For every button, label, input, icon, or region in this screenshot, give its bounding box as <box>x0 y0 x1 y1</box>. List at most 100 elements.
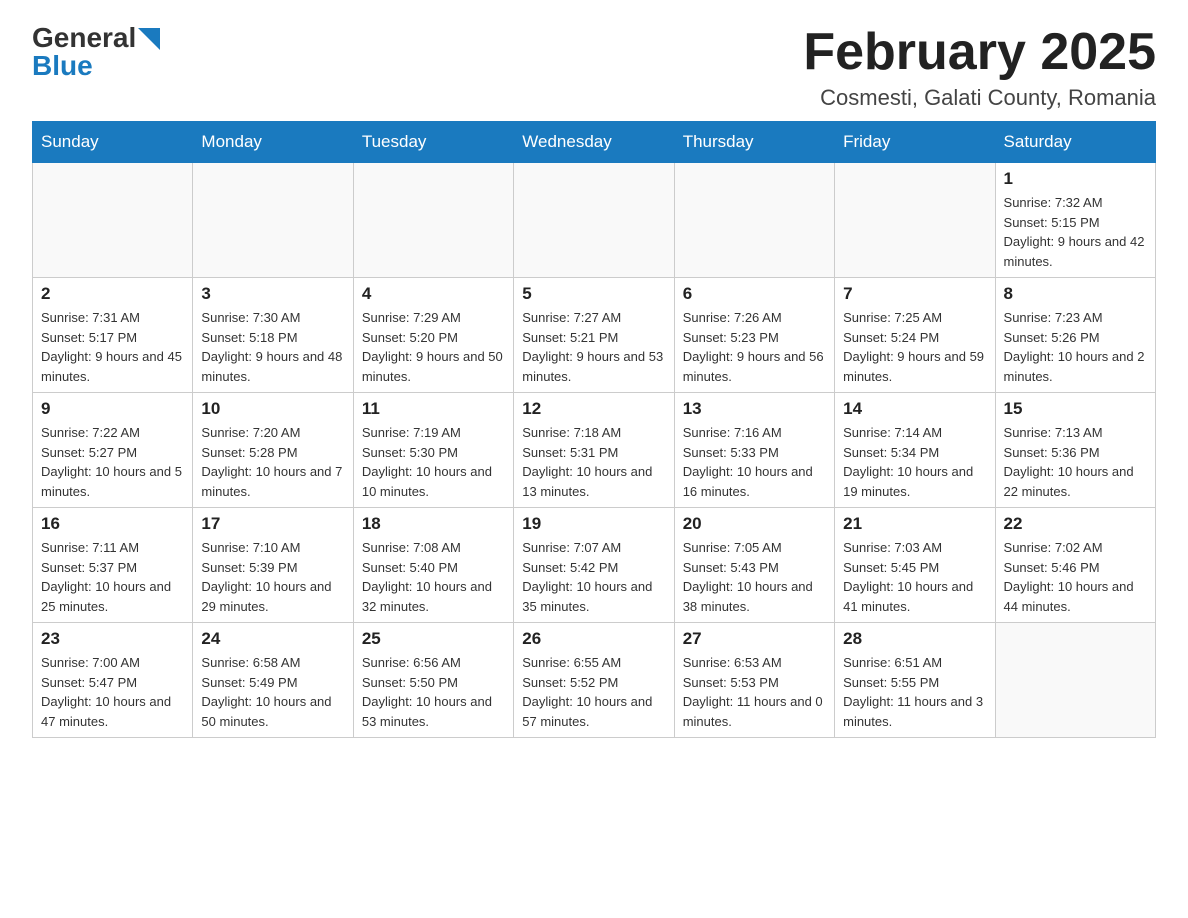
table-row: 28 Sunrise: 6:51 AMSunset: 5:55 PMDayligh… <box>835 623 995 738</box>
location-title: Cosmesti, Galati County, Romania <box>803 85 1156 111</box>
day-number: 14 <box>843 399 986 419</box>
col-monday: Monday <box>193 122 353 163</box>
table-row: 22 Sunrise: 7:02 AMSunset: 5:46 PMDayligh… <box>995 508 1155 623</box>
day-info: Sunrise: 7:30 AMSunset: 5:18 PMDaylight:… <box>201 308 344 386</box>
day-number: 25 <box>362 629 505 649</box>
table-row <box>835 163 995 278</box>
table-row: 10Sunrise: 7:20 AMSunset: 5:28 PMDayligh… <box>193 393 353 508</box>
calendar-week-row: 9Sunrise: 7:22 AMSunset: 5:27 PMDaylight… <box>33 393 1156 508</box>
table-row: 27 Sunrise: 6:53 AMSunset: 5:53 PMDayligh… <box>674 623 834 738</box>
day-info: Sunrise: 6:51 AMSunset: 5:55 PMDaylight:… <box>843 653 986 731</box>
day-number: 16 <box>41 514 184 534</box>
table-row <box>33 163 193 278</box>
month-title: February 2025 <box>803 24 1156 81</box>
day-info: Sunrise: 7:05 AMSunset: 5:43 PMDaylight:… <box>683 538 826 616</box>
day-info: Sunrise: 7:14 AMSunset: 5:34 PMDaylight:… <box>843 423 986 501</box>
day-number: 23 <box>41 629 184 649</box>
day-info: Sunrise: 6:55 AMSunset: 5:52 PMDaylight:… <box>522 653 665 731</box>
table-row <box>995 623 1155 738</box>
col-thursday: Thursday <box>674 122 834 163</box>
day-number: 21 <box>843 514 986 534</box>
day-number: 7 <box>843 284 986 304</box>
day-number: 15 <box>1004 399 1147 419</box>
day-number: 13 <box>683 399 826 419</box>
day-number: 19 <box>522 514 665 534</box>
table-row: 21 Sunrise: 7:03 AMSunset: 5:45 PMDayligh… <box>835 508 995 623</box>
calendar-week-row: 1 Sunrise: 7:32 AMSunset: 5:15 PMDaylight… <box>33 163 1156 278</box>
table-row: 6 Sunrise: 7:26 AMSunset: 5:23 PMDaylight… <box>674 278 834 393</box>
day-number: 27 <box>683 629 826 649</box>
table-row: 9Sunrise: 7:22 AMSunset: 5:27 PMDaylight… <box>33 393 193 508</box>
day-info: Sunrise: 7:29 AMSunset: 5:20 PMDaylight:… <box>362 308 505 386</box>
title-block: February 2025 Cosmesti, Galati County, R… <box>803 24 1156 111</box>
logo-blue-text: Blue <box>32 52 93 80</box>
table-row: 2 Sunrise: 7:31 AMSunset: 5:17 PMDaylight… <box>33 278 193 393</box>
calendar-week-row: 23 Sunrise: 7:00 AMSunset: 5:47 PMDayligh… <box>33 623 1156 738</box>
day-info: Sunrise: 7:10 AMSunset: 5:39 PMDaylight:… <box>201 538 344 616</box>
day-number: 3 <box>201 284 344 304</box>
day-number: 22 <box>1004 514 1147 534</box>
day-number: 20 <box>683 514 826 534</box>
col-friday: Friday <box>835 122 995 163</box>
day-info: Sunrise: 6:56 AMSunset: 5:50 PMDaylight:… <box>362 653 505 731</box>
table-row: 15 Sunrise: 7:13 AMSunset: 5:36 PMDayligh… <box>995 393 1155 508</box>
table-row: 18Sunrise: 7:08 AMSunset: 5:40 PMDayligh… <box>353 508 513 623</box>
logo-general-text: General <box>32 24 136 52</box>
table-row: 1 Sunrise: 7:32 AMSunset: 5:15 PMDaylight… <box>995 163 1155 278</box>
logo-arrow-icon <box>138 28 160 50</box>
table-row <box>193 163 353 278</box>
day-info: Sunrise: 7:27 AMSunset: 5:21 PMDaylight:… <box>522 308 665 386</box>
table-row: 12Sunrise: 7:18 AMSunset: 5:31 PMDayligh… <box>514 393 674 508</box>
day-number: 6 <box>683 284 826 304</box>
table-row: 23 Sunrise: 7:00 AMSunset: 5:47 PMDayligh… <box>33 623 193 738</box>
day-number: 28 <box>843 629 986 649</box>
table-row: 11Sunrise: 7:19 AMSunset: 5:30 PMDayligh… <box>353 393 513 508</box>
day-info: Sunrise: 7:31 AMSunset: 5:17 PMDaylight:… <box>41 308 184 386</box>
day-number: 10 <box>201 399 344 419</box>
table-row: 8 Sunrise: 7:23 AMSunset: 5:26 PMDaylight… <box>995 278 1155 393</box>
logo: General Blue <box>32 24 160 80</box>
table-row: 20 Sunrise: 7:05 AMSunset: 5:43 PMDayligh… <box>674 508 834 623</box>
day-number: 12 <box>522 399 665 419</box>
table-row <box>514 163 674 278</box>
day-info: Sunrise: 7:26 AMSunset: 5:23 PMDaylight:… <box>683 308 826 386</box>
calendar-week-row: 16 Sunrise: 7:11 AMSunset: 5:37 PMDayligh… <box>33 508 1156 623</box>
day-info: Sunrise: 7:25 AMSunset: 5:24 PMDaylight:… <box>843 308 986 386</box>
day-info: Sunrise: 6:58 AMSunset: 5:49 PMDaylight:… <box>201 653 344 731</box>
calendar-table: Sunday Monday Tuesday Wednesday Thursday… <box>32 121 1156 738</box>
day-info: Sunrise: 7:02 AMSunset: 5:46 PMDaylight:… <box>1004 538 1147 616</box>
table-row: 5Sunrise: 7:27 AMSunset: 5:21 PMDaylight… <box>514 278 674 393</box>
table-row: 7 Sunrise: 7:25 AMSunset: 5:24 PMDaylight… <box>835 278 995 393</box>
table-row: 4Sunrise: 7:29 AMSunset: 5:20 PMDaylight… <box>353 278 513 393</box>
day-info: Sunrise: 7:32 AMSunset: 5:15 PMDaylight:… <box>1004 193 1147 271</box>
col-wednesday: Wednesday <box>514 122 674 163</box>
day-info: Sunrise: 7:11 AMSunset: 5:37 PMDaylight:… <box>41 538 184 616</box>
day-info: Sunrise: 7:03 AMSunset: 5:45 PMDaylight:… <box>843 538 986 616</box>
day-info: Sunrise: 7:23 AMSunset: 5:26 PMDaylight:… <box>1004 308 1147 386</box>
page-header: General Blue February 2025 Cosmesti, Gal… <box>32 24 1156 111</box>
col-tuesday: Tuesday <box>353 122 513 163</box>
table-row: 19Sunrise: 7:07 AMSunset: 5:42 PMDayligh… <box>514 508 674 623</box>
day-number: 1 <box>1004 169 1147 189</box>
calendar-week-row: 2 Sunrise: 7:31 AMSunset: 5:17 PMDaylight… <box>33 278 1156 393</box>
table-row <box>353 163 513 278</box>
day-info: Sunrise: 7:00 AMSunset: 5:47 PMDaylight:… <box>41 653 184 731</box>
table-row: 25 Sunrise: 6:56 AMSunset: 5:50 PMDayligh… <box>353 623 513 738</box>
table-row: 26 Sunrise: 6:55 AMSunset: 5:52 PMDayligh… <box>514 623 674 738</box>
day-info: Sunrise: 7:22 AMSunset: 5:27 PMDaylight:… <box>41 423 184 501</box>
table-row: 3 Sunrise: 7:30 AMSunset: 5:18 PMDaylight… <box>193 278 353 393</box>
day-info: Sunrise: 7:16 AMSunset: 5:33 PMDaylight:… <box>683 423 826 501</box>
day-number: 17 <box>201 514 344 534</box>
day-number: 2 <box>41 284 184 304</box>
day-info: Sunrise: 7:13 AMSunset: 5:36 PMDaylight:… <box>1004 423 1147 501</box>
day-number: 8 <box>1004 284 1147 304</box>
day-info: Sunrise: 7:08 AMSunset: 5:40 PMDaylight:… <box>362 538 505 616</box>
day-info: Sunrise: 7:19 AMSunset: 5:30 PMDaylight:… <box>362 423 505 501</box>
day-info: Sunrise: 6:53 AMSunset: 5:53 PMDaylight:… <box>683 653 826 731</box>
table-row <box>674 163 834 278</box>
col-sunday: Sunday <box>33 122 193 163</box>
col-saturday: Saturday <box>995 122 1155 163</box>
table-row: 13 Sunrise: 7:16 AMSunset: 5:33 PMDayligh… <box>674 393 834 508</box>
day-number: 24 <box>201 629 344 649</box>
day-number: 26 <box>522 629 665 649</box>
